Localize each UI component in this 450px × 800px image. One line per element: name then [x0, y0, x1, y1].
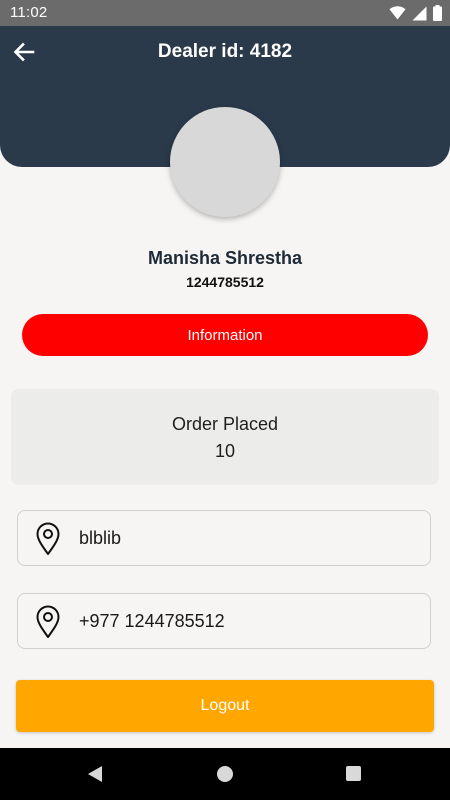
status-bar: 11:02: [0, 0, 450, 26]
nav-recents-icon[interactable]: [346, 766, 361, 781]
information-button[interactable]: Information: [22, 314, 428, 356]
navigation-bar: [0, 748, 450, 800]
avatar[interactable]: [170, 107, 280, 217]
profile-name: Manisha Shrestha: [147, 248, 303, 268]
phone-value: +977 1244785512: [79, 611, 225, 631]
order-placed-card: Order Placed 10: [11, 389, 439, 485]
address-field[interactable]: blblib: [17, 510, 431, 566]
order-placed-count: 10: [214, 441, 236, 461]
address-value: blblib: [79, 528, 122, 548]
status-time: 11:02: [10, 4, 48, 21]
status-icons: [389, 5, 442, 21]
logout-button[interactable]: Logout: [16, 680, 434, 732]
profile-phone: 1244785512: [186, 274, 264, 290]
location-pin-icon: [36, 605, 60, 638]
signal-icon: [412, 6, 427, 20]
nav-back-icon[interactable]: [86, 765, 104, 783]
page-title: Dealer id: 4182: [157, 41, 293, 62]
order-placed-label: Order Placed: [171, 414, 279, 434]
wifi-icon: [389, 6, 406, 20]
phone-field[interactable]: +977 1244785512: [17, 593, 431, 649]
nav-home-icon[interactable]: [217, 766, 233, 782]
battery-icon: [433, 5, 442, 21]
location-pin-icon: [36, 522, 60, 555]
dealer-profile-screen: 11:02 Dealer id: 4182 Manisha Shrestha 1…: [0, 0, 450, 800]
